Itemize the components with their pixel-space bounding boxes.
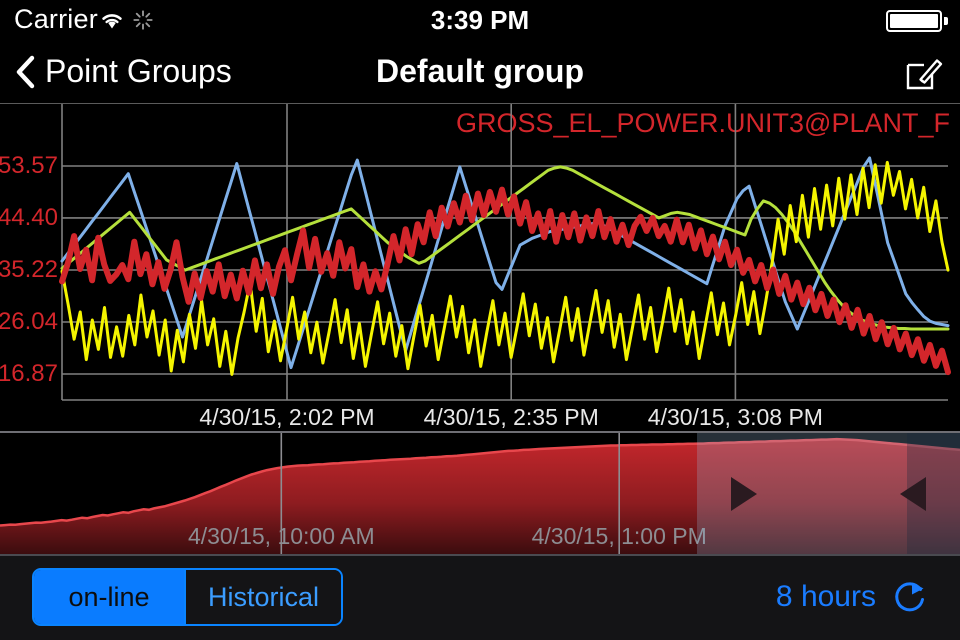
status-bar: Carrier 3:39 PM: [0, 0, 960, 40]
overview-tick-label: 4/30/15, 10:00 AM: [187, 523, 375, 549]
compose-edit-icon[interactable]: [904, 55, 944, 91]
navigation-bar: Default group Point Groups: [0, 40, 960, 103]
overview-tick-label: 4/30/15, 1:00 PM: [531, 523, 707, 549]
y-axis-tick-label: 826.04: [0, 308, 58, 335]
back-button-label: Point Groups: [45, 53, 232, 89]
battery-nub: [944, 17, 948, 25]
y-axis-labels: 853.57 844.40 835.22 826.04 816.87: [0, 104, 62, 431]
y-axis-tick-label: 853.57: [0, 152, 58, 179]
x-axis-tick-label: 4/30/15, 2:35 PM: [423, 404, 599, 430]
x-axis-tick-label: 4/30/15, 2:02 PM: [199, 404, 375, 430]
main-chart[interactable]: GROSS_EL_POWER.UNIT3@PLANT_F 853.57844.4…: [0, 104, 960, 431]
screen-root: Carrier 3:39 PM Default group Point Grou…: [0, 0, 960, 640]
segment-historical[interactable]: Historical: [184, 570, 342, 624]
x-axis-labels: 4/30/15, 2:02 PM 4/30/15, 2:35 PM 4/30/15,…: [0, 400, 960, 431]
x-axis-tick-label: 4/30/15, 3:08 PM: [647, 404, 823, 430]
y-axis-tick-label: 816.87: [0, 360, 58, 387]
range-label: 8 hours: [775, 580, 876, 613]
bottom-toolbar: on-line Historical 8 hours: [0, 556, 960, 640]
overview-scrubber[interactable]: 4/30/15, 10:00 AM 4/30/15, 1:00 PM: [0, 433, 960, 555]
y-axis-tick-label: 835.22: [0, 256, 58, 283]
segment-online[interactable]: on-line: [34, 570, 184, 624]
y-axis-tick-label: 844.40: [0, 203, 58, 231]
refresh-circular-arrow-icon[interactable]: [890, 577, 930, 617]
scrub-handle-left-icon[interactable]: [900, 477, 926, 511]
clock-label: 3:39 PM: [430, 5, 530, 35]
chart-plot-canvas: [59, 104, 951, 401]
mode-segmented-control[interactable]: on-line Historical: [32, 568, 344, 626]
battery-full-icon: [886, 10, 942, 32]
scrub-handle-right-icon[interactable]: [730, 477, 757, 511]
chevron-left-icon: [16, 55, 35, 88]
back-button[interactable]: Point Groups: [14, 40, 232, 103]
range-selector[interactable]: 8 hours: [776, 568, 930, 626]
